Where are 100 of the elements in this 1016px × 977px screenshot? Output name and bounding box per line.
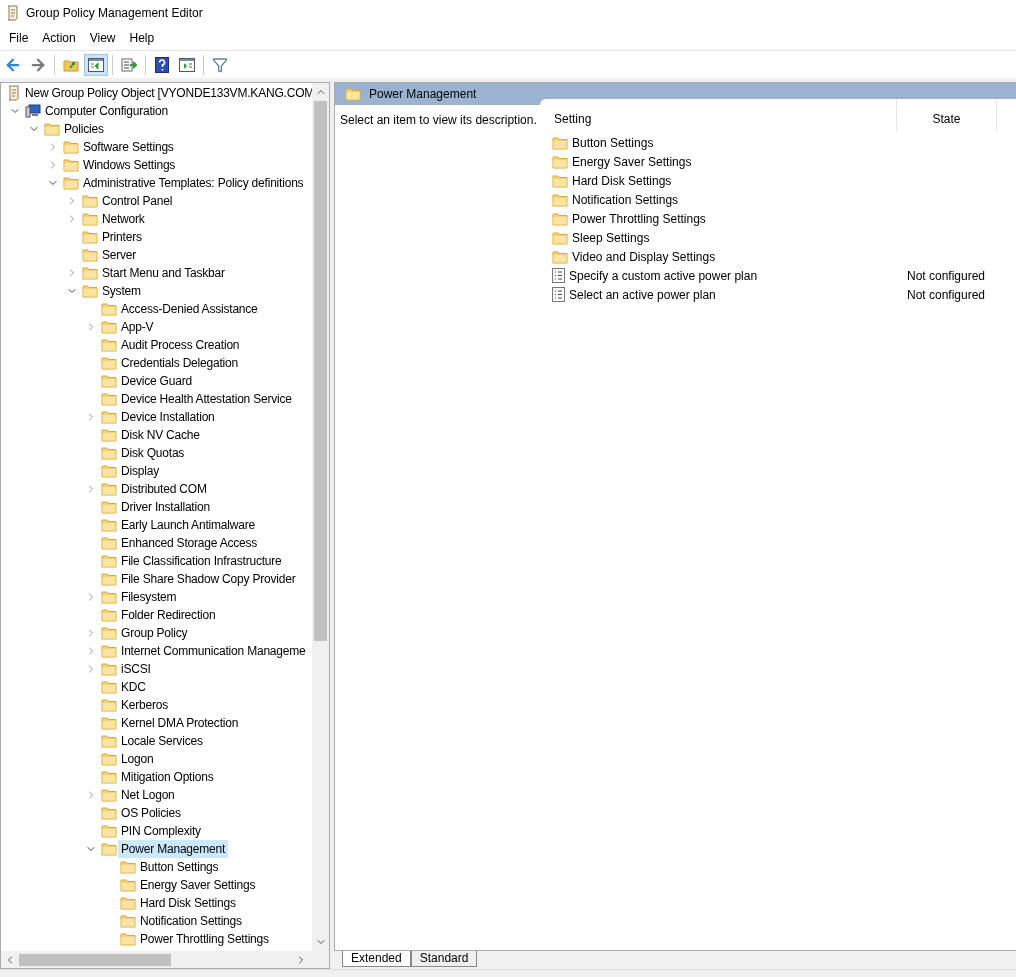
menu-item[interactable]: File bbox=[2, 29, 36, 47]
setting-name[interactable]: Video and Display Settings bbox=[572, 247, 716, 266]
pane-title: Power Management bbox=[369, 86, 477, 103]
tree-item[interactable]: Windows Settings bbox=[80, 156, 179, 174]
tree-item[interactable]: System bbox=[99, 282, 144, 300]
vertical-scrollbar[interactable] bbox=[312, 83, 329, 951]
tree-item[interactable]: Server bbox=[99, 246, 140, 264]
folder-icon bbox=[101, 824, 117, 838]
folder-icon bbox=[345, 87, 361, 101]
tree-item[interactable]: Policies bbox=[61, 120, 107, 138]
tree-item[interactable]: Folder Redirection bbox=[118, 606, 219, 624]
tree-item[interactable]: Logon bbox=[118, 750, 157, 768]
folder-icon bbox=[552, 249, 568, 264]
folder-icon bbox=[552, 173, 568, 188]
folder-icon bbox=[63, 176, 79, 190]
folder-icon bbox=[82, 266, 98, 280]
tree-item[interactable]: Internet Communication Manageme bbox=[118, 642, 309, 660]
tree-item[interactable]: Mitigation Options bbox=[118, 768, 217, 786]
tree-item[interactable]: Group Policy bbox=[118, 624, 191, 642]
policy-list-icon bbox=[552, 268, 565, 283]
setting-name[interactable]: Energy Saver Settings bbox=[572, 152, 692, 171]
setting-name[interactable]: Power Throttling Settings bbox=[572, 209, 706, 228]
folder-icon bbox=[101, 536, 117, 550]
tree-item[interactable]: Display bbox=[118, 462, 162, 480]
column-header[interactable]: Setting bbox=[540, 99, 897, 131]
folder-icon bbox=[101, 518, 117, 532]
menu-item[interactable]: View bbox=[82, 29, 123, 47]
tree-item[interactable]: Device Health Attestation Service bbox=[118, 390, 295, 408]
tree-item[interactable]: App-V bbox=[118, 318, 157, 336]
folder-icon bbox=[82, 212, 98, 226]
tree-item[interactable]: Access-Denied Assistance bbox=[118, 300, 261, 318]
tree-item[interactable]: Driver Installation bbox=[118, 498, 213, 516]
tree-item[interactable]: File Share Shadow Copy Provider bbox=[118, 570, 299, 588]
tree-item[interactable]: Locale Services bbox=[118, 732, 206, 750]
folder-icon bbox=[101, 644, 117, 658]
tree-item[interactable]: Disk NV Cache bbox=[118, 426, 203, 444]
tree-item[interactable]: Early Launch Antimalware bbox=[118, 516, 258, 534]
folder-icon bbox=[101, 698, 117, 712]
menu-item[interactable]: Help bbox=[122, 29, 162, 47]
tree-item[interactable]: Kerberos bbox=[118, 696, 172, 714]
folder-icon bbox=[101, 716, 117, 730]
view-tab[interactable]: Standard bbox=[410, 951, 478, 967]
folder-icon bbox=[101, 572, 117, 586]
folder-icon bbox=[101, 554, 117, 568]
folder-icon bbox=[552, 154, 568, 169]
tree-item[interactable]: Computer Configuration bbox=[42, 102, 171, 120]
tree-item[interactable]: Control Panel bbox=[99, 192, 176, 210]
setting-name[interactable]: Hard Disk Settings bbox=[572, 171, 672, 190]
setting-name[interactable]: Button Settings bbox=[572, 133, 654, 152]
tree-item[interactable]: Credentials Delegation bbox=[118, 354, 241, 372]
folder-icon bbox=[82, 284, 98, 298]
tree-item[interactable]: PIN Complexity bbox=[118, 822, 204, 840]
tree-item[interactable]: Disk Quotas bbox=[118, 444, 188, 462]
tree-item[interactable]: Audit Process Creation bbox=[118, 336, 243, 354]
folder-icon bbox=[120, 860, 136, 874]
folder-icon bbox=[63, 158, 79, 172]
tree-item[interactable]: Distributed COM bbox=[118, 480, 210, 498]
setting-name[interactable]: Notification Settings bbox=[572, 190, 679, 209]
tree-item[interactable]: iSCSI bbox=[118, 660, 154, 678]
show-tree-icon[interactable] bbox=[84, 53, 108, 76]
setting-name[interactable]: Sleep Settings bbox=[572, 228, 650, 247]
folder-icon bbox=[120, 914, 136, 928]
tree-item[interactable]: Net Logon bbox=[118, 786, 178, 804]
tree-item[interactable]: Network bbox=[99, 210, 148, 228]
menu-item[interactable]: Action bbox=[35, 29, 83, 47]
setting-name[interactable]: Select an active power plan bbox=[569, 285, 716, 304]
tree-item[interactable]: Power Throttling Settings bbox=[137, 930, 272, 948]
folder-icon bbox=[101, 734, 117, 748]
folder-icon bbox=[101, 374, 117, 388]
tree-item[interactable]: OS Policies bbox=[118, 804, 184, 822]
folder-icon bbox=[101, 590, 117, 604]
tree-item[interactable]: File Classification Infrastructure bbox=[118, 552, 285, 570]
column-header[interactable]: State bbox=[897, 99, 997, 131]
folder-icon bbox=[552, 192, 568, 207]
folder-icon bbox=[101, 806, 117, 820]
view-tab[interactable]: Extended bbox=[342, 951, 411, 967]
tree-item[interactable]: Enhanced Storage Access bbox=[118, 534, 261, 552]
tree-item[interactable]: Start Menu and Taskbar bbox=[99, 264, 228, 282]
folder-icon bbox=[120, 932, 136, 946]
tree-item[interactable]: Energy Saver Settings bbox=[137, 876, 259, 894]
scroll-document-icon bbox=[6, 5, 20, 21]
tree-item[interactable]: Device Installation bbox=[118, 408, 218, 426]
tree-item[interactable]: KDC bbox=[118, 678, 149, 696]
tree-item[interactable]: Button Settings bbox=[137, 858, 222, 876]
folder-icon bbox=[101, 356, 117, 370]
tree-item[interactable]: Device Guard bbox=[118, 372, 195, 390]
tree-item[interactable]: Printers bbox=[99, 228, 145, 246]
folder-icon bbox=[101, 752, 117, 766]
setting-name[interactable]: Specify a custom active power plan bbox=[569, 266, 758, 285]
tree-item[interactable]: Software Settings bbox=[80, 138, 177, 156]
tree-item[interactable]: Filesystem bbox=[118, 588, 180, 606]
tree-item[interactable]: Power Management bbox=[118, 840, 229, 858]
tree-item[interactable]: Notification Settings bbox=[137, 912, 245, 930]
folder-icon bbox=[120, 896, 136, 910]
horizontal-scrollbar[interactable] bbox=[1, 951, 329, 968]
tree-item[interactable]: Kernel DMA Protection bbox=[118, 714, 242, 732]
folder-icon bbox=[101, 302, 117, 316]
tree-item[interactable]: Hard Disk Settings bbox=[137, 894, 239, 912]
folder-icon bbox=[82, 230, 98, 244]
tree-item[interactable]: Administrative Templates: Policy definitions bbox=[80, 174, 307, 192]
